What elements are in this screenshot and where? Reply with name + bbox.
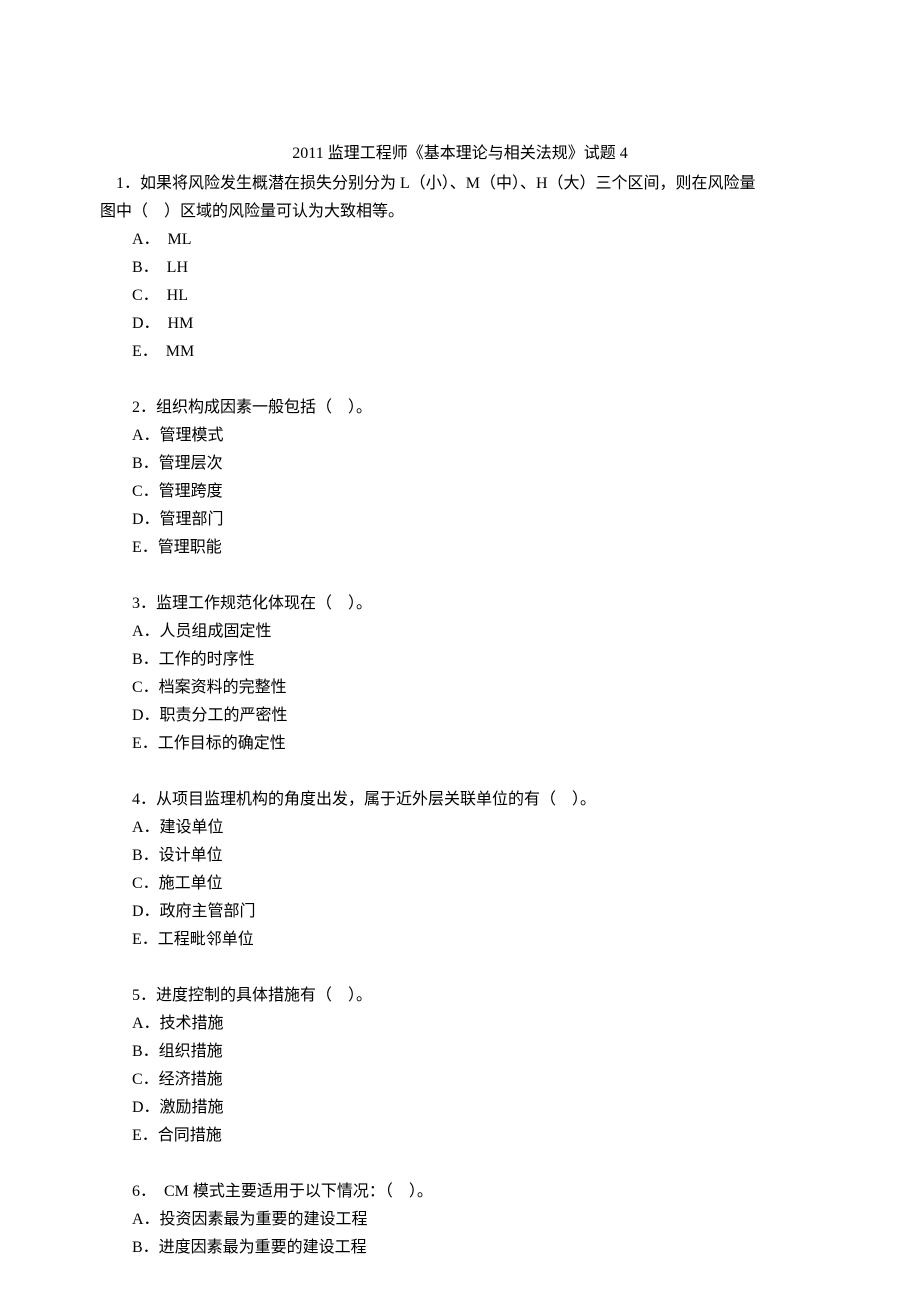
question-1-option-e: E． MM [132,338,820,366]
question-2-option-c: C．管理跨度 [132,478,820,506]
spacer [100,366,820,394]
question-2-option-b: B．管理层次 [132,450,820,478]
question-3-option-d: D．职责分工的严密性 [132,702,820,730]
question-2-option-e: E．管理职能 [132,534,820,562]
question-5-option-c: C．经济措施 [132,1066,820,1094]
question-1-stem-line1: 1．如果将风险发生概潜在损失分别分为 L（小）、M（中）、H（大）三个区间，则在… [100,170,820,198]
question-3-option-a: A．人员组成固定性 [132,618,820,646]
question-4-option-e: E．工程毗邻单位 [132,926,820,954]
question-3-stem: 3．监理工作规范化体现在（ ）。 [100,590,820,618]
spacer [100,562,820,590]
question-3-option-e: E．工作目标的确定性 [132,730,820,758]
question-1-stem-line2: 图中（ ）区域的风险量可认为大致相等。 [100,198,820,226]
spacer [100,954,820,982]
question-4-option-d: D．政府主管部门 [132,898,820,926]
question-5-option-b: B．组织措施 [132,1038,820,1066]
spacer [100,758,820,786]
question-6-option-a: A．投资因素最为重要的建设工程 [132,1206,820,1234]
question-4-stem: 4．从项目监理机构的角度出发，属于近外层关联单位的有（ ）。 [100,786,820,814]
question-4-option-c: C．施工单位 [132,870,820,898]
question-1-option-c: C． HL [132,282,820,310]
question-6-stem: 6． CM 模式主要适用于以下情况：（ ）。 [100,1178,820,1206]
question-6-option-b: B．进度因素最为重要的建设工程 [132,1234,820,1262]
question-4-option-b: B．设计单位 [132,842,820,870]
question-2-stem: 2．组织构成因素一般包括（ ）。 [100,394,820,422]
question-3-option-c: C．档案资料的完整性 [132,674,820,702]
question-1-option-a: A． ML [132,226,820,254]
question-5-option-d: D．激励措施 [132,1094,820,1122]
question-2-option-a: A．管理模式 [132,422,820,450]
question-4-option-a: A．建设单位 [132,814,820,842]
question-5-option-a: A．技术措施 [132,1010,820,1038]
question-1-option-d: D． HM [132,310,820,338]
document-title: 2011 监理工程师《基本理论与相关法规》试题 4 [100,140,820,168]
question-5-option-e: E．合同措施 [132,1122,820,1150]
question-3-option-b: B．工作的时序性 [132,646,820,674]
spacer [100,1150,820,1178]
question-1-option-b: B． LH [132,254,820,282]
question-5-stem: 5．进度控制的具体措施有（ ）。 [100,982,820,1010]
question-2-option-d: D．管理部门 [132,506,820,534]
